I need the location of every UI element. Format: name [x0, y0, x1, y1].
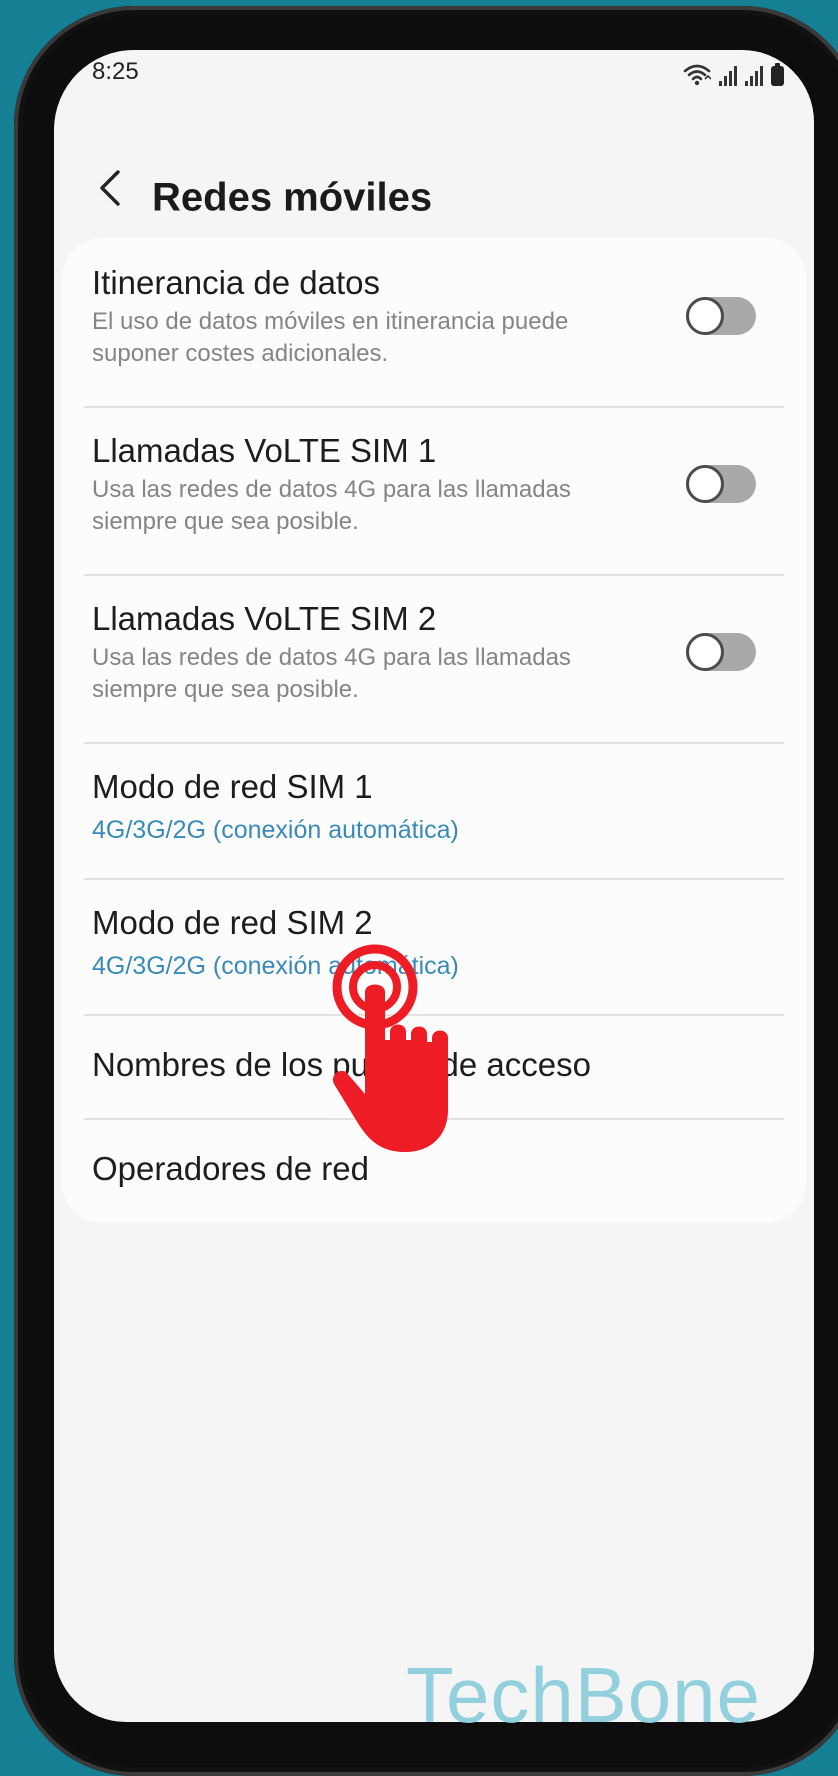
app-header: Redes móviles — [54, 140, 814, 230]
setting-title: Llamadas VoLTE SIM 2 — [92, 600, 437, 637]
setting-volte-sim1[interactable]: Llamadas VoLTE SIM 1 Usa las redes de da… — [62, 408, 806, 574]
setting-data-roaming[interactable]: Itinerancia de datos El uso de datos móv… — [62, 238, 806, 406]
setting-subtitle: El uso de datos móviles en itinerancia p… — [92, 308, 569, 367]
toggle-knob — [686, 297, 724, 335]
toggle-knob — [686, 465, 724, 503]
battery-icon — [771, 63, 784, 86]
status-bar: 8:25 — [54, 50, 814, 110]
signal-sim2-icon — [745, 64, 763, 86]
page-title: Redes móviles — [152, 175, 433, 220]
signal-sim1-icon — [719, 64, 737, 86]
status-time: 8:25 — [92, 58, 139, 85]
watermark: TechBone — [406, 1651, 761, 1739]
wifi-icon — [683, 64, 711, 86]
volte-sim1-toggle[interactable] — [686, 465, 756, 503]
volte-sim2-toggle[interactable] — [686, 633, 756, 671]
status-icons — [683, 60, 784, 86]
chevron-left-icon[interactable] — [94, 164, 128, 212]
setting-title: Itinerancia de datos — [92, 264, 381, 301]
setting-title: Modo de red SIM 1 — [92, 768, 373, 805]
setting-title: Operadores de red — [92, 1150, 370, 1187]
phone-screen: 8:25 Redes móviles Itinerancia de datos … — [54, 50, 814, 1722]
toggle-knob — [686, 633, 724, 671]
setting-title: Modo de red SIM 2 — [92, 904, 373, 941]
data-roaming-toggle[interactable] — [686, 297, 756, 335]
setting-network-mode-sim1[interactable]: Modo de red SIM 1 4G/3G/2G (conexión aut… — [62, 744, 806, 878]
setting-title: Llamadas VoLTE SIM 1 — [92, 432, 437, 469]
tap-hand-icon — [332, 944, 448, 1152]
setting-subtitle: Usa las redes de datos 4G para las llama… — [92, 644, 571, 703]
setting-value: 4G/3G/2G (conexión automática) — [92, 816, 459, 844]
setting-volte-sim2[interactable]: Llamadas VoLTE SIM 2 Usa las redes de da… — [62, 576, 806, 742]
setting-subtitle: Usa las redes de datos 4G para las llama… — [92, 476, 571, 535]
